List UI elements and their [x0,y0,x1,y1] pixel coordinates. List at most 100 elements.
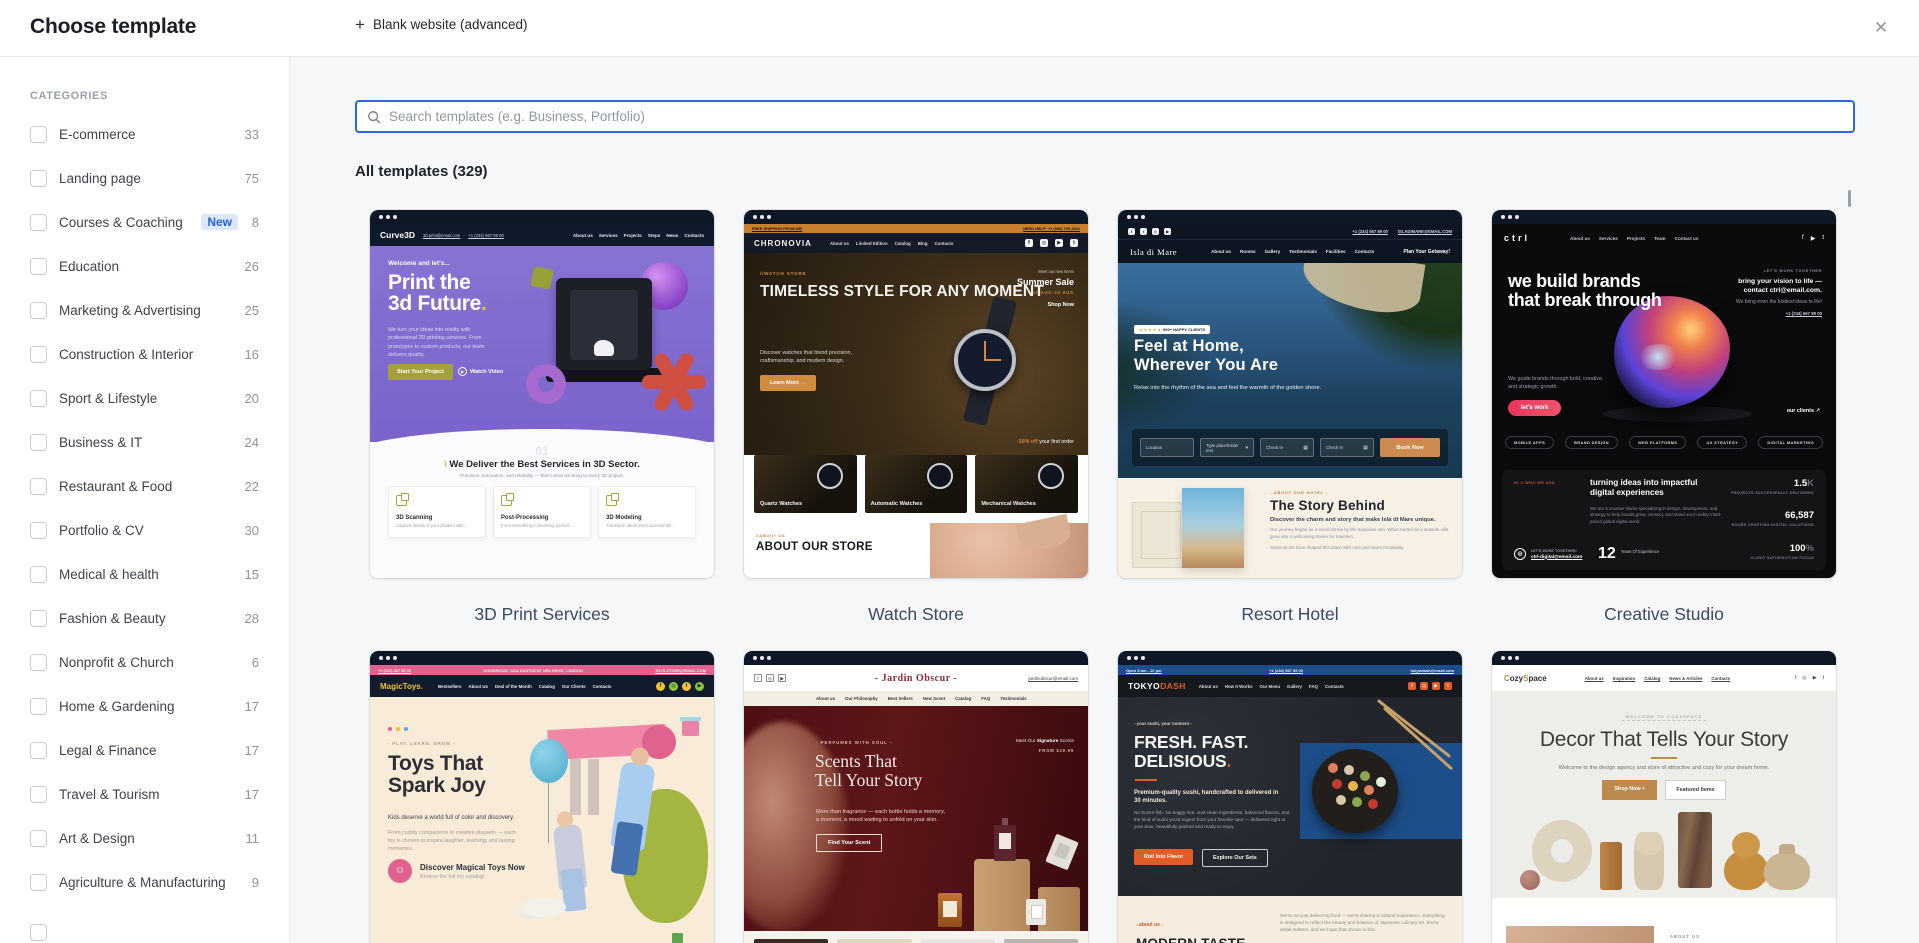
mini-title: Scents That Tell Your Story [815,751,923,791]
category-item[interactable]: Construction & Interior 16 [30,332,259,376]
twitter-icon [1822,235,1824,242]
blank-website-button[interactable]: + Blank website (advanced) [355,16,528,33]
category-item[interactable]: Marketing & Advertising 25 [30,288,259,332]
template-preview-magictoys[interactable]: +1 (234) 567 89 00 SHOWROOM: 123A EASTMO… [370,651,714,943]
category-item-partial[interactable] [30,910,259,943]
decor-perfume-bottle [994,818,1016,861]
category-checkbox[interactable] [30,521,47,539]
category-right: 6 [245,655,259,670]
category-checkbox[interactable] [30,785,47,803]
social-icons [1802,235,1824,242]
category-count: 6 [251,654,259,670]
decor-gift [680,717,701,736]
category-checkbox[interactable] [30,125,47,143]
mini-hero: - PERFUMES WITH SOUL - Scents That Tell Y… [744,706,1088,931]
category-checkbox[interactable] [30,923,47,941]
mini-feature-card: 3D Scanning Capture details of your prod… [388,486,486,538]
mini-booking-field: Check In ▦ [1260,438,1314,457]
category-item[interactable]: Restaurant & Food 22 [30,464,259,508]
decor-perfume-bottle [938,893,962,927]
category-right: 75 [245,171,259,186]
category-item[interactable]: Medical & health 15 [30,552,259,596]
mini-about-section: ABOUT US [1492,898,1836,943]
template-card-cozyspace: CozySpace About us Inspiration Catalog News… [1492,651,1836,943]
facebook-icon [656,681,665,691]
search-bar[interactable] [355,100,1855,133]
category-item[interactable]: Courses & Coaching New 8 [30,200,259,244]
category-count: 28 [244,610,259,626]
mini-nav: Curve3D 3d.print@email.com +1 (234) 567 … [370,224,714,246]
mini-logo: CozySpace [1504,673,1547,683]
decor-3d-printer [556,278,652,370]
category-label: Art & Design [59,830,135,846]
mini-page: ctrl About us Services Projects Team Contact… [1492,224,1836,578]
decor-vase [1520,870,1540,890]
category-checkbox[interactable] [30,565,47,583]
category-item[interactable]: Sport & Lifestyle 20 [30,376,259,420]
feature-icon [396,493,409,506]
category-right: 28 [245,611,259,626]
category-checkbox[interactable] [30,433,47,451]
template-preview-cozyspace[interactable]: CozySpace About us Inspiration Catalog News… [1492,651,1836,943]
category-checkbox[interactable] [30,257,47,275]
scrollbar-thumb[interactable] [1848,190,1851,207]
category-item[interactable]: Home & Gardening 17 [30,684,259,728]
mini-book-now-button: Book Now [1380,438,1440,457]
category-checkbox[interactable] [30,873,47,891]
mini-nav: CozySpace About us Inspiration Catalog News… [1492,665,1836,691]
template-preview-watch-store[interactable]: FREE SHIPPING FROM $50 NEED HELP: +1 (80… [744,210,1088,578]
category-item[interactable]: Education 26 [30,244,259,288]
decor-cloud [522,897,566,917]
category-checkbox[interactable] [30,609,47,627]
mini-logo: Curve3D [380,230,415,240]
mini-clients-link: our clients ↗ [1786,408,1820,414]
category-checkbox[interactable] [30,345,47,363]
mini-nav: MagicToys. Bestsellers About Us Deal of th… [370,675,714,697]
mini-topbar: +1 (234) 567 89 00 SHOWROOM: 123A EASTMO… [370,665,714,675]
template-preview-creative-studio[interactable]: ctrl About us Services Projects Team Contact… [1492,210,1836,578]
mini-nav-link: About us [572,232,593,238]
category-item[interactable]: Agriculture & Manufacturing 9 [30,860,259,904]
category-checkbox[interactable] [30,301,47,319]
template-preview-resort-hotel[interactable]: +1 (234) 567 89 00 ISLADIMARE@EMAIL.COM … [1118,210,1462,578]
category-checkbox[interactable] [30,389,47,407]
category-checkbox[interactable] [30,169,47,187]
category-checkbox[interactable] [30,741,47,759]
category-checkbox[interactable] [30,697,47,715]
category-label: Construction & Interior [59,346,194,362]
mini-feature-card: Post-Processing From smoothing to finish… [493,486,591,538]
template-preview-tokyodash[interactable]: Open 8 am - 10 pm +1 (234) 567 89 00 tok… [1118,651,1462,943]
category-item[interactable]: Business & IT 24 [30,420,259,464]
category-right: 17 [245,699,259,714]
mini-footer-contact: ⊕ LET'S WORK TOGETHER! ctrl-digital@email… [1514,548,1582,560]
decor-umbrella [1298,263,1426,319]
category-item[interactable]: Art & Design 11 [30,816,259,860]
template-preview-jardin-obscur[interactable]: - Jardin Obscur - jardinobscur@email.com… [744,651,1088,943]
category-item[interactable]: Portfolio & CV 30 [30,508,259,552]
mini-logo: TOKYODASH [1128,681,1186,691]
decor-dots [388,727,408,731]
mini-title: Toys That Spark Joy [388,752,486,798]
search-icon [368,110,381,123]
category-checkbox[interactable] [30,829,47,847]
decor-toy-blocks [666,933,692,943]
category-count: 24 [244,434,259,450]
search-input[interactable] [389,109,1843,124]
category-checkbox[interactable] [30,213,47,231]
category-checkbox[interactable] [30,477,47,495]
close-icon[interactable]: ✕ [1867,14,1895,42]
category-item[interactable]: Legal & Finance 17 [30,728,259,772]
mini-email: 3d.print@email.com [422,232,461,238]
category-checkbox[interactable] [30,653,47,671]
category-item[interactable]: Landing page 75 [30,156,259,200]
category-count: 15 [244,566,259,582]
category-item[interactable]: Fashion & Beauty 28 [30,596,259,640]
category-item[interactable]: E-commerce 33 [30,112,259,156]
template-preview-3d-print-services[interactable]: Curve3D 3d.print@email.com +1 (234) 567 … [370,210,714,578]
template-card-jardin-obscur: - Jardin Obscur - jardinobscur@email.com… [744,651,1088,943]
category-label: Landing page [59,170,141,186]
category-item[interactable]: Nonprofit & Church 6 [30,640,259,684]
category-item[interactable]: Travel & Tourism 17 [30,772,259,816]
category-count: 17 [244,698,259,714]
mini-stat: 1.5K PROJECTS SUCCESSFULLY DELIVERED [1731,478,1814,495]
